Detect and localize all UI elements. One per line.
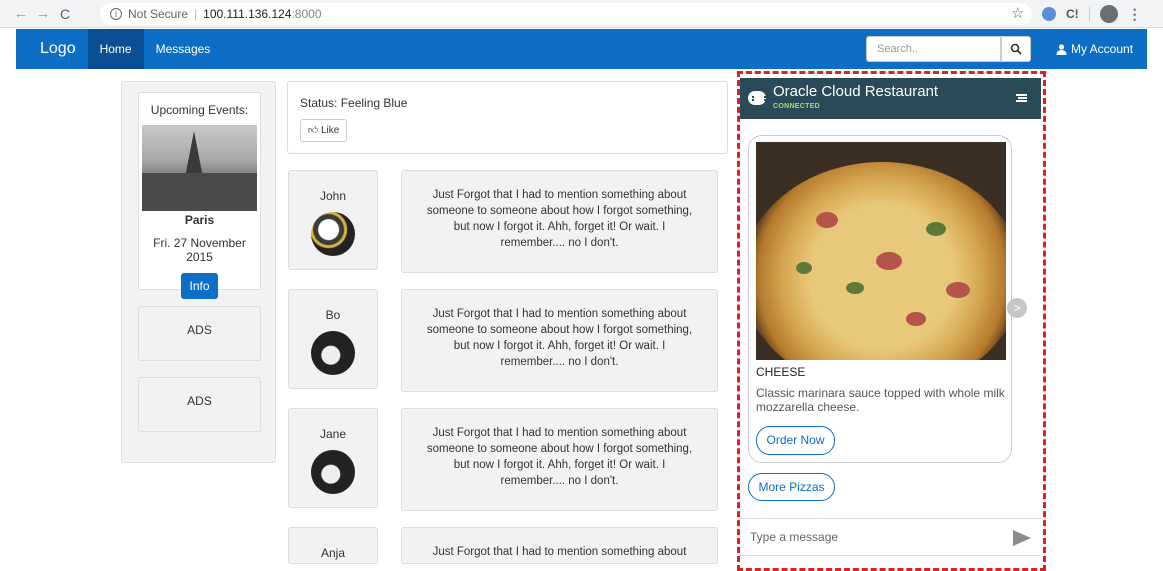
pizza-description: Classic marinara sauce topped with whole… — [756, 386, 1005, 414]
toolbar-divider — [1088, 7, 1090, 21]
search-input[interactable]: Search.. — [866, 36, 1001, 62]
url-host: 100.111.136.124 — [203, 7, 292, 21]
status-text: Status: Feeling Blue — [300, 96, 408, 110]
url-port: :8000 — [291, 7, 322, 21]
ads-box: ADS — [138, 377, 261, 432]
chat-widget: Oracle Cloud Restaurant CONNECTED CHEESE… — [740, 78, 1041, 564]
avatar — [311, 450, 355, 494]
avatar — [311, 331, 355, 375]
menu-icon[interactable] — [1016, 94, 1027, 102]
like-button[interactable]: 👍︎ Like — [300, 119, 347, 142]
not-secure-label: Not Secure — [128, 7, 189, 21]
more-pizzas-button[interactable]: More Pizzas — [748, 473, 835, 501]
forward-icon[interactable]: → — [32, 0, 54, 28]
profile-avatar[interactable] — [1099, 5, 1118, 23]
event-city: Paris — [184, 213, 215, 227]
post-author: Anja — [288, 527, 378, 564]
post-author: Bo — [288, 289, 378, 389]
events-title: Upcoming Events: — [150, 103, 249, 117]
info-button[interactable]: Info — [181, 273, 218, 299]
post-username: John — [319, 189, 347, 203]
post-username: Anja — [320, 546, 346, 560]
pizza-name: CHEESE — [756, 365, 806, 379]
bookmark-star-icon[interactable]: ☆ — [1011, 4, 1024, 22]
chat-bubble-icon — [748, 91, 766, 105]
post-username: Bo — [325, 308, 341, 322]
post-body: Just Forgot that I had to mention someth… — [401, 170, 718, 273]
left-sidebar: Upcoming Events: Paris Fri. 27 November … — [121, 81, 276, 463]
search-icon — [1010, 43, 1022, 55]
browser-menu-icon[interactable]: ⋮ — [1128, 6, 1142, 23]
order-now-button[interactable]: Order Now — [756, 426, 835, 455]
address-bar[interactable]: i Not Secure | 100.111.136.124:8000 — [100, 3, 1032, 25]
post-body: Just Forgot that I had to mention someth… — [401, 408, 718, 511]
back-icon[interactable]: ← — [10, 0, 32, 28]
site-navbar: Logo Home Messages Search.. My Account — [16, 29, 1147, 69]
search-button[interactable] — [1001, 36, 1031, 62]
like-label: Like — [320, 125, 340, 136]
event-date: Fri. 27 November 2015 — [153, 236, 246, 264]
avatar — [311, 212, 355, 256]
pizza-card: CHEESE Classic marinara sauce topped wit… — [748, 135, 1012, 463]
post-author: Jane — [288, 408, 378, 508]
chat-title: Oracle Cloud Restaurant — [773, 83, 939, 100]
post-username: Jane — [319, 427, 347, 441]
post-body: Just Forgot that I had to mention someth… — [401, 289, 718, 392]
post-author: John — [288, 170, 378, 270]
my-account-label: My Account — [1071, 42, 1134, 56]
carousel-next-icon[interactable]: > — [1007, 298, 1027, 318]
address-separator: | — [194, 7, 198, 21]
message-input[interactable]: Type a message — [750, 530, 838, 544]
my-account-link[interactable]: My Account — [1056, 29, 1133, 69]
logo[interactable]: Logo — [16, 29, 88, 69]
event-image — [142, 125, 257, 211]
user-icon — [1056, 43, 1067, 55]
extension-c-icon[interactable]: C! — [1066, 7, 1079, 21]
chat-header: Oracle Cloud Restaurant CONNECTED — [740, 78, 1041, 119]
post-body: Just Forgot that I had to mention someth… — [401, 527, 718, 564]
pizza-image — [756, 142, 1006, 360]
extension-icon[interactable] — [1042, 7, 1056, 21]
connection-status: CONNECTED — [773, 103, 821, 110]
info-icon[interactable]: i — [110, 8, 122, 20]
nav-home[interactable]: Home — [87, 29, 144, 69]
browser-toolbar: ← → C i Not Secure | 100.111.136.124:800… — [0, 0, 1163, 28]
send-icon[interactable] — [1013, 530, 1031, 546]
ads-box: ADS — [138, 306, 261, 361]
reload-icon[interactable]: C — [54, 0, 76, 28]
message-composer: Type a message — [740, 518, 1041, 556]
thumbs-up-icon: 👍︎ — [307, 125, 319, 136]
status-card: Status: Feeling Blue 👍︎ Like — [287, 81, 728, 154]
nav-messages[interactable]: Messages — [144, 29, 223, 69]
upcoming-events-card: Upcoming Events: Paris Fri. 27 November … — [138, 92, 261, 299]
